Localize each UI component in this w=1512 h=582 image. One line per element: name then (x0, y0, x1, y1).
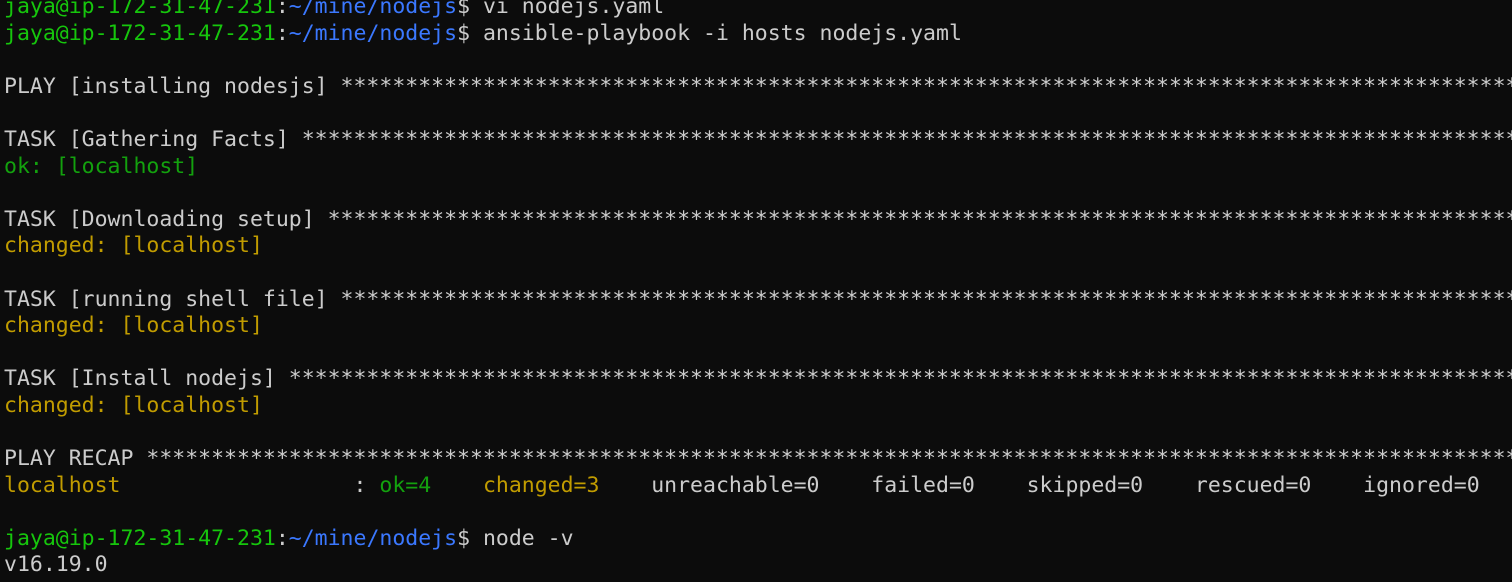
terminal-line: localhost : ok=4 changed=3 unreachable=0… (4, 473, 1512, 500)
terminal-text-segment: v16.19.0 (4, 552, 108, 578)
terminal-text-segment: changed: [localhost] (4, 233, 263, 259)
terminal-line: jaya@ip-172-31-47-231:~/mine/nodejs$ ans… (4, 21, 1512, 48)
terminal-text-segment: jaya@ip-172-31-47-231 (4, 20, 276, 46)
terminal-line: changed: [localhost] (4, 313, 1512, 340)
terminal-text-segment: : (275, 20, 289, 46)
terminal-text-segment: changed=3 (482, 472, 600, 498)
terminal-text-segment: changed: [localhost] (4, 313, 263, 339)
terminal-line: TASK [Gathering Facts] *****************… (4, 127, 1512, 154)
terminal-text-segment: : (275, 0, 289, 19)
terminal-text-segment: : (120, 472, 380, 498)
terminal-text-segment: TASK [Downloading setup] ***************… (4, 206, 1512, 232)
terminal-text-segment: localhost (4, 472, 121, 498)
terminal-text-segment: : (275, 525, 289, 551)
terminal-text-segment: changed: [localhost] (4, 392, 263, 418)
terminal-text-segment: jaya@ip-172-31-47-231 (4, 525, 276, 551)
terminal-text-segment: PLAY [installing nodesjs] **************… (4, 73, 1512, 99)
terminal-line: TASK [Downloading setup] ***************… (4, 207, 1512, 234)
terminal-line: jaya@ip-172-31-47-231:~/mine/nodejs$ nod… (4, 526, 1512, 553)
terminal-line: TASK [running shell file] **************… (4, 287, 1512, 314)
terminal-line: ok: [localhost] (4, 154, 1512, 181)
terminal-line: PLAY [installing nodesjs] **************… (4, 74, 1512, 101)
terminal-text-segment: unreachable=0 failed=0 skipped=0 rescued… (599, 472, 1480, 498)
terminal-line: jaya@ip-172-31-47-231:~/mine/nodejs$ vi … (4, 0, 1512, 21)
terminal-line: changed: [localhost] (4, 233, 1512, 260)
terminal-text-segment: $ vi nodejs.yaml (457, 0, 665, 19)
terminal-line: TASK [Install nodejs] ******************… (4, 366, 1512, 393)
terminal-line: PLAY RECAP *****************************… (4, 446, 1512, 473)
terminal-text-segment: TASK [Install nodejs] ******************… (4, 366, 1512, 392)
terminal-text-segment: jaya@ip-172-31-47-231 (4, 0, 276, 19)
terminal-text-segment: ok: [localhost] (4, 153, 199, 179)
terminal-text-segment: ok=4 (379, 472, 432, 498)
terminal-line: changed: [localhost] (4, 393, 1512, 420)
terminal-text-segment: ~/mine/nodejs (288, 20, 458, 46)
terminal-text-segment: ~/mine/nodejs (288, 0, 458, 19)
terminal-text-segment: TASK [Gathering Facts] *****************… (4, 126, 1512, 152)
terminal-text-segment: PLAY RECAP *****************************… (4, 446, 1512, 472)
terminal-output[interactable]: jaya@ip-172-31-47-231:~/mine/nodejs$ vi … (4, 0, 1512, 582)
terminal-text-segment: TASK [running shell file] **************… (4, 286, 1512, 312)
terminal-text-segment: $ node -v (457, 525, 574, 551)
terminal-text-segment: $ ansible-playbook -i hosts nodejs.yaml (457, 20, 962, 46)
terminal-text-segment: ~/mine/nodejs (288, 525, 458, 551)
terminal-line: v16.19.0 (4, 552, 1512, 579)
